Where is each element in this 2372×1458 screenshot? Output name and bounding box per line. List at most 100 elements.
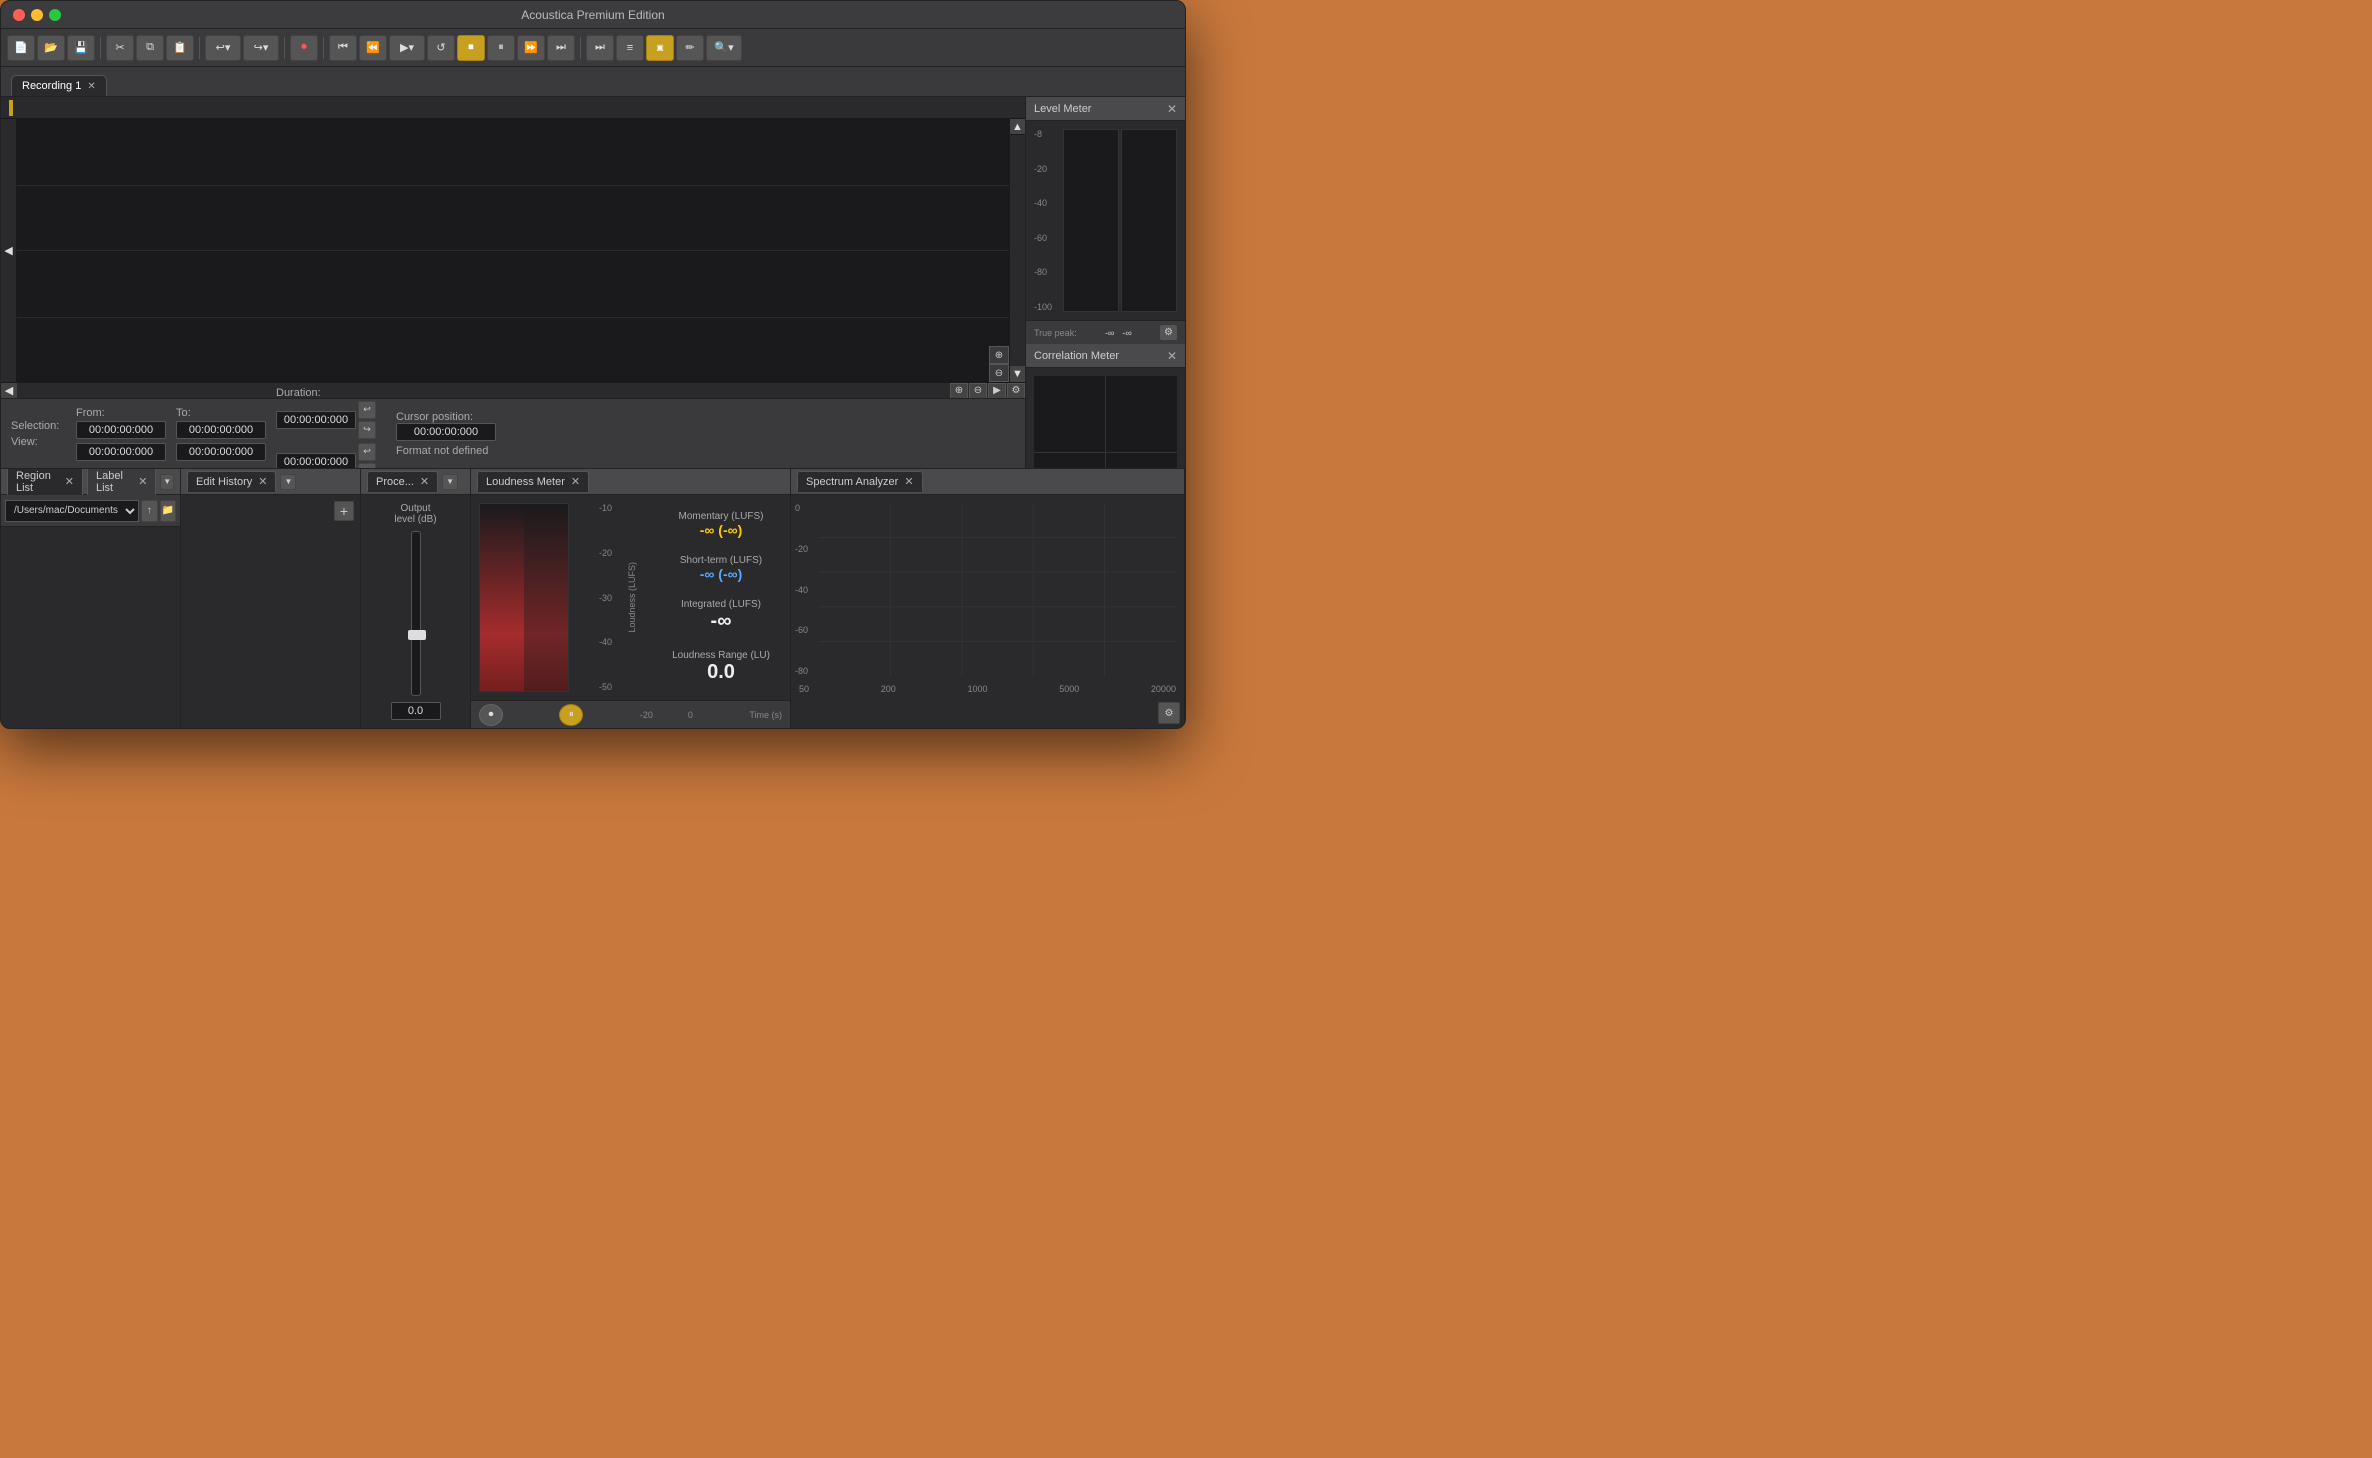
spectrum-close-btn[interactable]: ✕ bbox=[904, 475, 913, 488]
h-scroll-left-btn[interactable]: ◀ bbox=[1, 383, 17, 398]
process-chevron[interactable]: ▼ bbox=[442, 474, 458, 490]
zoom-button[interactable]: 🔍▾ bbox=[706, 35, 742, 61]
loop-button[interactable]: ↺ bbox=[427, 35, 455, 61]
folder-up-btn[interactable]: ↑ bbox=[141, 500, 158, 522]
toolbar-separator-2 bbox=[199, 37, 200, 59]
time-minus20: -20 bbox=[640, 710, 653, 720]
waveform-canvas[interactable]: ⊕ ⊖ bbox=[17, 119, 1009, 382]
zoom-out-vertical-btn[interactable]: ⊖ bbox=[989, 364, 1009, 382]
monitor-button[interactable]: ▣ bbox=[646, 35, 674, 61]
process-close-btn[interactable]: ✕ bbox=[420, 475, 429, 488]
peak-val-left: -∞ bbox=[1105, 328, 1114, 338]
zoom-settings-btn[interactable]: ⚙ bbox=[1007, 383, 1025, 399]
process-header: Proce... ✕ ▼ bbox=[361, 469, 470, 495]
cursor-position-field[interactable] bbox=[396, 423, 496, 441]
view-duration-field[interactable] bbox=[276, 453, 356, 469]
redo-button[interactable]: ↪▾ bbox=[243, 35, 279, 61]
paste-button[interactable]: 📋 bbox=[166, 35, 194, 61]
stop-button[interactable]: ⏹ bbox=[457, 35, 485, 61]
correlation-meter-close-btn[interactable]: ✕ bbox=[1167, 349, 1177, 363]
folder-selector[interactable]: /Users/mac/Documents bbox=[5, 500, 139, 522]
selection-duration-field[interactable] bbox=[276, 411, 356, 429]
save-button[interactable]: 💾 bbox=[67, 35, 95, 61]
level-meter-close-btn[interactable]: ✕ bbox=[1167, 102, 1177, 116]
tab-recording1[interactable]: Recording 1 ✕ bbox=[11, 75, 107, 96]
toolbar-separator-5 bbox=[580, 37, 581, 59]
undo-button[interactable]: ↩▾ bbox=[205, 35, 241, 61]
track-lower[interactable] bbox=[17, 251, 1009, 382]
tab-close-icon[interactable]: ✕ bbox=[87, 81, 95, 92]
scroll-down-btn[interactable]: ▼ bbox=[1010, 366, 1025, 382]
loudness-close-btn[interactable]: ✕ bbox=[571, 475, 580, 488]
level-bar-right bbox=[1121, 129, 1177, 312]
time-zero: 0 bbox=[688, 710, 693, 720]
play-button[interactable]: ▶▾ bbox=[389, 35, 425, 61]
view-from-field[interactable] bbox=[76, 443, 166, 461]
y-20: -20 bbox=[795, 544, 808, 554]
skip-button[interactable]: ⏭ bbox=[586, 35, 614, 61]
fast-forward-button[interactable]: ⏩ bbox=[517, 35, 545, 61]
open-button[interactable]: 📂 bbox=[37, 35, 65, 61]
output-level-track[interactable] bbox=[411, 531, 421, 696]
output-level-value: 0.0 bbox=[391, 702, 441, 720]
minimize-button[interactable] bbox=[31, 9, 43, 21]
scroll-up-btn[interactable]: ▲ bbox=[1010, 119, 1025, 135]
edit-history-chevron[interactable]: ▼ bbox=[280, 474, 296, 490]
label-list-close-btn[interactable]: ✕ bbox=[138, 475, 147, 488]
region-list-close-btn[interactable]: ✕ bbox=[65, 475, 74, 488]
rewind-button[interactable]: ⏪ bbox=[359, 35, 387, 61]
spectrum-settings-btn[interactable]: ⚙ bbox=[1158, 702, 1180, 724]
region-list-toolbar: /Users/mac/Documents ↑ 📁 bbox=[1, 495, 180, 527]
duration-undo-btn[interactable]: ↩ bbox=[358, 401, 376, 419]
cut-button[interactable]: ✂ bbox=[106, 35, 134, 61]
folder-browse-btn[interactable]: 📁 bbox=[160, 500, 177, 522]
add-btn[interactable]: + bbox=[334, 501, 354, 521]
edit-history-close-btn[interactable]: ✕ bbox=[258, 475, 267, 488]
pause-button[interactable]: ⏸ bbox=[487, 35, 515, 61]
scale-8: -8 bbox=[1034, 129, 1059, 139]
loudness-tab[interactable]: Loudness Meter ✕ bbox=[477, 471, 589, 492]
pencil-button[interactable]: ✏ bbox=[676, 35, 704, 61]
region-tab-chevron[interactable]: ▼ bbox=[160, 474, 174, 490]
region-list-tab[interactable]: Region List ✕ bbox=[7, 469, 83, 498]
process-tab[interactable]: Proce... ✕ bbox=[367, 471, 438, 492]
selection-to-field[interactable] bbox=[176, 421, 266, 439]
zoom-in-vertical-btn[interactable]: ⊕ bbox=[989, 346, 1009, 364]
new-button[interactable]: 📄 bbox=[7, 35, 35, 61]
playhead-marker bbox=[9, 100, 13, 116]
label-list-tab[interactable]: Label List ✕ bbox=[87, 469, 156, 498]
maximize-button[interactable] bbox=[49, 9, 61, 21]
momentary-value: -∞ (-∞) bbox=[660, 522, 782, 538]
multitrack-button[interactable]: ≡ bbox=[616, 35, 644, 61]
lufs-scale-50: -50 bbox=[577, 682, 612, 692]
output-level-label: Output level (dB) bbox=[394, 503, 436, 525]
selection-from-field[interactable] bbox=[76, 421, 166, 439]
level-settings-btn[interactable]: ⚙ bbox=[1160, 325, 1177, 340]
zoom-in-btn[interactable]: ⊕ bbox=[950, 383, 968, 399]
zoom-out-btn[interactable]: ⊖ bbox=[969, 383, 987, 399]
output-level-thumb[interactable] bbox=[408, 630, 426, 640]
scale-20: -20 bbox=[1034, 164, 1059, 174]
track-upper[interactable] bbox=[17, 119, 1009, 251]
go-start-button[interactable]: ⏮ bbox=[329, 35, 357, 61]
go-end-button[interactable]: ⏭ bbox=[547, 35, 575, 61]
spectrum-tab[interactable]: Spectrum Analyzer ✕ bbox=[797, 471, 923, 492]
zoom-fit-btn[interactable]: ▶ bbox=[988, 383, 1006, 399]
h-scroll-track[interactable] bbox=[17, 383, 950, 398]
lufs-axis-label: Loudness (LUFS) bbox=[627, 562, 637, 633]
loudness-pause-btn[interactable]: ⏸ bbox=[559, 704, 583, 726]
record-button[interactable]: ⏺ bbox=[290, 35, 318, 61]
scroll-left-btn[interactable]: ◀ bbox=[1, 119, 17, 382]
freq-5000: 5000 bbox=[1059, 684, 1079, 694]
center-line-lower bbox=[17, 317, 1009, 318]
loudness-content: -10 -20 -30 -40 -50 Loudness (LUFS) Mome… bbox=[471, 495, 790, 728]
loudness-reset-btn[interactable]: ⏺ bbox=[479, 704, 503, 726]
duration-redo-btn[interactable]: ↪ bbox=[358, 421, 376, 439]
close-button[interactable] bbox=[13, 9, 25, 21]
process-label: Proce... bbox=[376, 476, 414, 488]
copy-button[interactable]: ⧉ bbox=[136, 35, 164, 61]
main-window: Acoustica Premium Edition 📄 📂 💾 ✂ ⧉ 📋 ↩▾… bbox=[0, 0, 1186, 729]
view-undo-btn[interactable]: ↩ bbox=[358, 443, 376, 461]
edit-history-tab[interactable]: Edit History ✕ bbox=[187, 471, 276, 492]
view-to-field[interactable] bbox=[176, 443, 266, 461]
